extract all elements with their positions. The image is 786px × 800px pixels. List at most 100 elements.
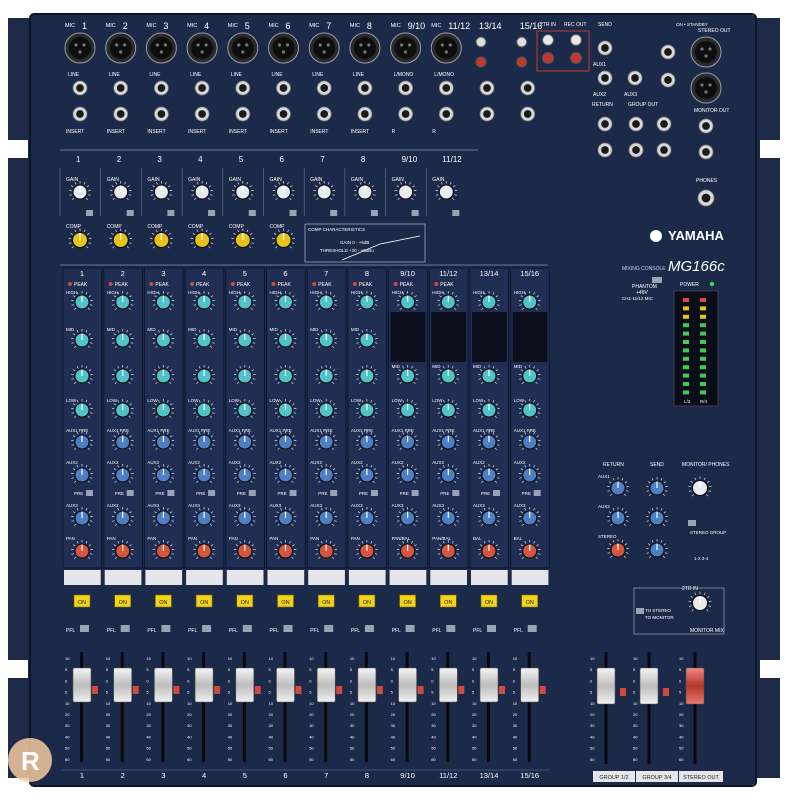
channel-fader[interactable] (235, 667, 255, 703)
pfl-button[interactable] (527, 625, 537, 632)
line-jack[interactable] (357, 80, 373, 96)
pfl-button[interactable] (242, 625, 252, 632)
pad-switch[interactable] (86, 210, 93, 216)
pad-switch[interactable] (289, 210, 297, 216)
insert-jack[interactable] (235, 106, 251, 122)
pre-switch[interactable] (289, 490, 297, 496)
xlr-input-2[interactable] (105, 32, 137, 64)
pfl-button[interactable] (202, 625, 212, 632)
insert-jack[interactable] (276, 106, 291, 122)
line-jack[interactable] (113, 80, 129, 96)
pre-switch[interactable] (167, 490, 175, 496)
line-r-jack[interactable] (438, 106, 454, 122)
pad-switch[interactable] (167, 210, 175, 216)
insert-jack[interactable] (194, 106, 210, 122)
channel-fader[interactable] (154, 667, 173, 703)
line-jack[interactable] (235, 80, 251, 96)
channel-fader[interactable] (113, 667, 132, 703)
rca-jack[interactable] (570, 52, 582, 64)
pad-switch[interactable] (248, 210, 256, 216)
xlr-input-7[interactable] (308, 32, 340, 64)
channel-fader[interactable] (276, 667, 295, 703)
phones-jack[interactable] (697, 189, 715, 207)
group-out-2-jack[interactable] (656, 116, 672, 132)
rca-jack[interactable] (475, 56, 487, 68)
stereo-out-fader[interactable] (685, 667, 705, 705)
rca-jack[interactable] (516, 36, 528, 48)
pfl-button[interactable] (161, 625, 171, 632)
group-assign-button[interactable] (499, 686, 505, 694)
group-assign-button[interactable] (458, 686, 465, 694)
line-jack[interactable] (520, 80, 536, 96)
group-assign-button[interactable] (254, 686, 261, 694)
phantom-switch[interactable] (652, 277, 662, 283)
group-assign-button[interactable] (663, 688, 669, 696)
pad-switch[interactable] (452, 210, 460, 216)
line-jack[interactable] (72, 80, 88, 96)
group-assign-button[interactable] (92, 686, 98, 694)
group-1-2-fader[interactable] (596, 667, 616, 705)
insert-jack[interactable] (153, 106, 169, 122)
pfl-button[interactable] (487, 625, 496, 632)
group-assign-button[interactable] (295, 686, 302, 694)
channel-fader[interactable] (520, 667, 540, 703)
monitor-out-r-jack[interactable] (698, 144, 714, 160)
pfl-button[interactable] (283, 625, 293, 632)
line-r-jack[interactable] (479, 106, 495, 122)
line-jack[interactable] (153, 80, 169, 96)
monitor-out-jack[interactable] (698, 118, 714, 134)
pre-switch[interactable] (370, 490, 378, 496)
pre-switch[interactable] (533, 490, 541, 496)
pre-switch[interactable] (126, 490, 134, 496)
aux3-send-jack[interactable] (627, 70, 643, 86)
stereo-out-r-jack[interactable] (660, 72, 676, 88)
xlr-input-8[interactable] (349, 32, 381, 64)
pfl-button[interactable] (446, 625, 456, 632)
insert-jack[interactable] (113, 106, 129, 122)
insert-jack[interactable] (72, 106, 88, 122)
channel-fader[interactable] (194, 667, 214, 703)
pad-switch[interactable] (411, 210, 419, 216)
pad-switch[interactable] (370, 210, 378, 216)
pre-switch[interactable] (411, 490, 419, 496)
group-assign-button[interactable] (214, 686, 221, 694)
channel-fader[interactable] (398, 667, 417, 703)
rca-jack[interactable] (475, 36, 487, 48)
group-assign-button[interactable] (620, 688, 626, 696)
group-assign-button[interactable] (376, 686, 383, 694)
pre-switch[interactable] (330, 490, 338, 496)
xlr-input-3[interactable] (145, 32, 177, 64)
rca-jack[interactable] (542, 34, 554, 46)
aux2-send-jack[interactable] (597, 70, 613, 86)
return-r-jack[interactable] (597, 142, 613, 158)
group-assign-button[interactable] (417, 686, 424, 694)
stereo-out-xlr-r[interactable] (690, 72, 722, 104)
line-jack[interactable] (194, 80, 210, 96)
line-jack[interactable] (479, 80, 495, 96)
channel-fader[interactable] (316, 667, 336, 703)
stereo-out-xlr-l[interactable] (690, 36, 722, 68)
pad-switch[interactable] (330, 210, 338, 216)
rca-jack[interactable] (542, 52, 554, 64)
pre-switch[interactable] (493, 490, 500, 496)
line-r-jack[interactable] (520, 106, 536, 122)
rca-jack[interactable] (516, 56, 528, 68)
pre-switch[interactable] (452, 490, 460, 496)
channel-fader[interactable] (479, 667, 499, 703)
line-jack[interactable] (276, 80, 291, 96)
group-assign-button[interactable] (539, 686, 546, 694)
aux1-send-jack[interactable] (597, 40, 613, 56)
to-stereo-switch[interactable] (636, 608, 644, 614)
return-l-jack[interactable] (597, 116, 613, 132)
group-3-4-fader[interactable] (639, 667, 659, 705)
channel-fader[interactable] (72, 667, 92, 703)
xlr-input-1[interactable] (64, 32, 96, 64)
pad-switch[interactable] (208, 210, 216, 216)
line-jack[interactable] (316, 80, 332, 96)
xlr-input-6[interactable] (268, 32, 299, 64)
pad-switch[interactable] (126, 210, 134, 216)
stereo-group-switch[interactable] (688, 520, 696, 526)
pfl-button[interactable] (80, 625, 89, 632)
line-jack[interactable] (398, 80, 414, 96)
insert-jack[interactable] (357, 106, 373, 122)
